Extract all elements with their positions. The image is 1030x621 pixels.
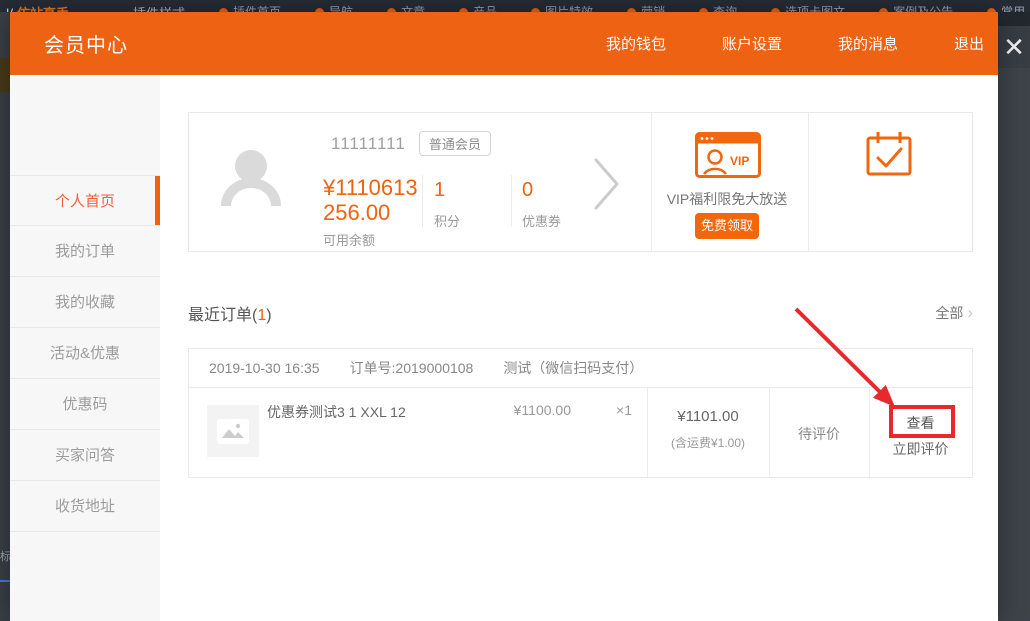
- vip-icon-text: VIP: [730, 154, 749, 168]
- background-left-text-fragment: 标: [0, 548, 10, 564]
- coupons-value: 0: [522, 179, 561, 202]
- chevron-right-small-icon: ›: [967, 303, 973, 322]
- product-image-placeholder[interactable]: [207, 405, 259, 457]
- sidebar-item-label: 我的收藏: [55, 294, 115, 311]
- background-logo: 仿站高手: [6, 3, 69, 12]
- background-left-divider: [0, 580, 10, 582]
- close-icon[interactable]: ✕: [998, 26, 1030, 68]
- sidebar-item-label: 买家问答: [55, 447, 115, 464]
- sidebar: 个人首页 我的订单 我的收藏 活动&优惠 优惠码 买家问答: [10, 75, 160, 621]
- recent-orders-count: 1: [257, 307, 266, 324]
- nav-my-wallet[interactable]: 我的钱包: [606, 33, 666, 54]
- calendar-checkin-icon[interactable]: [865, 130, 913, 178]
- coupons-stat[interactable]: 0 优惠券: [522, 179, 561, 230]
- background-nav-item: 营销: [627, 3, 665, 12]
- points-stat[interactable]: 1 积分: [434, 179, 460, 230]
- page-root: 仿站高手 插件样式 插件首页 导航 文章 产品 图片特效 营销 查询 选项卡图文…: [0, 0, 1030, 621]
- balance-stat[interactable]: ¥1110613256.00 可用余额: [323, 175, 429, 249]
- member-center-modal: 会员中心 我的钱包 账户设置 我的消息 退出 个人首页 我的订单 我的收藏: [10, 12, 998, 621]
- modal-header: 会员中心 我的钱包 账户设置 我的消息 退出: [10, 12, 998, 75]
- sidebar-item-buyer-qa[interactable]: 买家问答: [10, 430, 160, 481]
- avatar-icon: [219, 149, 283, 211]
- background-nav-item: 查询: [699, 3, 737, 12]
- member-level-badge: 普通会员: [419, 131, 491, 156]
- recent-orders-title-close: ): [266, 307, 271, 324]
- free-claim-button[interactable]: 免费领取: [695, 213, 759, 239]
- vip-promo-label: VIP福利限免大放送: [657, 189, 797, 209]
- background-nav-item: 常用: [987, 3, 1025, 12]
- sidebar-item-activities-discounts[interactable]: 活动&优惠: [10, 328, 160, 379]
- sidebar-item-label: 优惠码: [62, 396, 107, 413]
- sidebar-item-personal-home[interactable]: 个人首页: [10, 175, 160, 226]
- stat-divider: [422, 175, 423, 227]
- order-number: 订单号:2019000108: [350, 358, 474, 378]
- coupons-label: 优惠券: [522, 211, 561, 230]
- view-order-button[interactable]: 查看: [869, 413, 972, 433]
- nav-account-settings[interactable]: 账户设置: [722, 33, 782, 54]
- order-table: 2019-10-30 16:35 订单号:2019000108 测试（微信扫码支…: [188, 348, 973, 478]
- background-right-topband: [998, 12, 1030, 26]
- balance-value: ¥1110613256.00: [323, 175, 429, 225]
- username: 11111111: [331, 134, 406, 154]
- sidebar-item-label: 个人首页: [55, 193, 115, 210]
- product-name[interactable]: 优惠券测试3 1 XXL 12: [267, 402, 406, 422]
- sidebar-item-coupon-code[interactable]: 优惠码: [10, 379, 160, 430]
- nav-my-messages[interactable]: 我的消息: [838, 33, 898, 54]
- background-left-accent: [0, 58, 10, 92]
- points-value: 1: [434, 179, 460, 202]
- background-menu-label: 插件样式: [133, 3, 185, 12]
- order-header-row: 2019-10-30 16:35 订单号:2019000108 测试（微信扫码支…: [189, 349, 972, 388]
- stat-divider: [511, 175, 512, 227]
- sidebar-item-label: 活动&优惠: [50, 345, 120, 362]
- background-nav-item: 产品: [459, 3, 497, 12]
- order-datetime: 2019-10-30 16:35: [209, 360, 320, 376]
- view-all-link[interactable]: 全部›: [935, 303, 973, 323]
- sidebar-item-shipping-address[interactable]: 收货地址: [10, 481, 160, 532]
- page-title: 会员中心: [44, 29, 128, 58]
- column-divider: [647, 388, 648, 477]
- background-left-strip: 标: [0, 12, 10, 621]
- order-payment-note: 测试（微信扫码支付）: [503, 358, 643, 378]
- sidebar-item-my-orders[interactable]: 我的订单: [10, 226, 160, 277]
- image-icon: [220, 421, 246, 441]
- main-content: 11111111 普通会员 ¥1110613256.00 可用余额 1 积分 0…: [160, 75, 998, 621]
- view-all-label: 全部: [935, 305, 963, 321]
- background-nav-item: 选项卡图文: [771, 3, 845, 12]
- order-shipping-note: (含运费¥1.00): [647, 434, 769, 451]
- vip-benefits-icon: VIP: [695, 132, 761, 178]
- background-nav-item: 文章: [387, 3, 425, 12]
- recent-orders-header: 最近订单(1) 全部›: [188, 301, 973, 325]
- review-now-link[interactable]: 立即评价: [869, 439, 972, 459]
- sidebar-item-my-favorites[interactable]: 我的收藏: [10, 277, 160, 328]
- header-nav: 我的钱包 账户设置 我的消息 退出: [606, 33, 984, 54]
- sidebar-item-label: 我的订单: [55, 243, 115, 260]
- product-price: ¥1100.00: [459, 402, 571, 418]
- product-quantity: ×1: [604, 402, 644, 418]
- order-total-amount: ¥1101.00: [647, 408, 769, 425]
- background-top-navbar: 仿站高手 插件样式 插件首页 导航 文章 产品 图片特效 营销 查询 选项卡图文…: [0, 0, 1030, 12]
- chevron-right-icon[interactable]: [594, 158, 620, 210]
- order-row: 优惠券测试3 1 XXL 12 ¥1100.00 ×1 ¥1101.00 (含运…: [189, 388, 972, 477]
- background-nav-item: 导航: [315, 3, 353, 12]
- recent-orders-title-text: 最近订单(: [188, 307, 257, 324]
- card-divider: [651, 113, 652, 251]
- background-nav-item: 图片特效: [531, 3, 593, 12]
- profile-card: 11111111 普通会员 ¥1110613256.00 可用余额 1 积分 0…: [188, 112, 973, 252]
- background-right-strip: ✕: [998, 12, 1030, 621]
- background-nav-item: 插件首页: [219, 3, 281, 12]
- order-status: 待评价: [769, 424, 869, 444]
- nav-logout[interactable]: 退出: [954, 33, 984, 54]
- recent-orders-title: 最近订单(1): [188, 301, 272, 325]
- points-label: 积分: [434, 211, 460, 230]
- sidebar-item-label: 收货地址: [55, 498, 115, 515]
- card-divider: [808, 113, 809, 251]
- background-nav-item: 案例及公告: [879, 3, 953, 12]
- balance-label: 可用余额: [323, 230, 429, 249]
